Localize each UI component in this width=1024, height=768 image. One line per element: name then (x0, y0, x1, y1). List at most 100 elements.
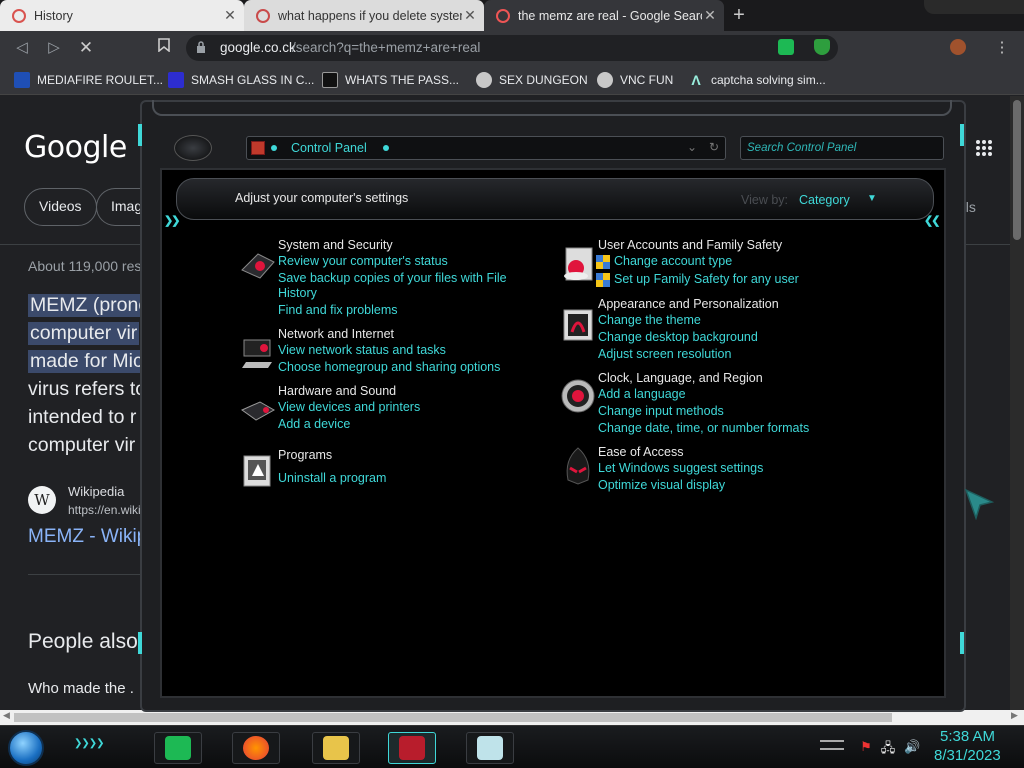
window-controls[interactable] (924, 0, 1024, 14)
link-windows-suggest-settings[interactable]: Let Windows suggest settings (598, 461, 763, 475)
address-bar[interactable]: google.co.ck /search?q=the+memz+are+real (186, 35, 838, 61)
tab-strip: History ✕ what happens if you delete sys… (0, 0, 1024, 31)
network-icon[interactable] (238, 332, 278, 372)
ease-of-access-icon[interactable] (558, 446, 598, 486)
question-item[interactable]: Who made the . (28, 680, 134, 697)
bookmark-whats-the-pass[interactable]: WHATS THE PASS... (322, 71, 459, 89)
appearance-icon[interactable] (558, 304, 598, 344)
close-tab-icon[interactable]: ✕ (702, 7, 718, 24)
taskbar-app-notepad[interactable] (466, 732, 514, 764)
taskbar-app-control-panel[interactable] (388, 732, 436, 764)
link-save-backup-cont[interactable]: History (278, 286, 317, 300)
back-button[interactable] (174, 135, 212, 161)
google-apps-icon[interactable] (975, 139, 993, 157)
hardware-sound-icon[interactable] (238, 388, 278, 428)
link-network-status[interactable]: View network status and tasks (278, 343, 446, 357)
system-security-icon[interactable] (238, 244, 278, 284)
action-center-flag-icon[interactable]: ⚑ (858, 739, 874, 755)
bookmark-captcha[interactable]: Λ captcha solving sim... (688, 71, 825, 89)
link-input-methods[interactable]: Change input methods (598, 404, 724, 418)
programs-icon[interactable] (238, 450, 278, 490)
new-tab-button[interactable]: + (728, 5, 750, 27)
tab-search-delete-system[interactable]: what happens if you delete system ✕ (244, 0, 484, 31)
link-add-language[interactable]: Add a language (598, 387, 686, 401)
breadcrumb-dropdown-icon[interactable] (383, 145, 389, 151)
link-change-theme[interactable]: Change the theme (598, 313, 701, 327)
clock-region-icon[interactable] (558, 376, 598, 416)
taskbar-app-firefox[interactable] (232, 732, 280, 764)
control-panel-address-bar[interactable]: Control Panel ⌄ ↻ (246, 136, 726, 160)
view-by-dropdown[interactable]: Category (799, 193, 850, 207)
profile-avatar[interactable] (950, 39, 966, 55)
network-tray-icon[interactable]: 🖧 (880, 739, 896, 755)
taskbar-app-spotify[interactable] (154, 732, 202, 764)
scroll-left-arrow-icon[interactable]: ◀ (3, 710, 10, 721)
clock-date[interactable]: 8/31/2023 (934, 747, 1001, 764)
link-homegroup-sharing[interactable]: Choose homegroup and sharing options (278, 360, 500, 374)
start-button[interactable] (8, 730, 44, 766)
stop-loading-icon[interactable]: ✕ (76, 38, 96, 58)
bookmark-smash-glass[interactable]: SMASH GLASS IN C... (168, 71, 314, 89)
search-control-panel-input[interactable]: Search Control Panel (740, 136, 944, 160)
scroll-right-arrow-icon[interactable]: ▶ (1011, 710, 1018, 721)
forward-arrow-icon[interactable]: ▷ (44, 38, 64, 58)
dropdown-arrow-icon[interactable]: ▼ (867, 193, 877, 204)
close-tab-icon[interactable]: ✕ (462, 7, 478, 24)
tab-memz-search[interactable]: the memz are real - Google Search ✕ (484, 0, 724, 31)
category-hardware-and-sound[interactable]: Hardware and Sound (278, 384, 396, 398)
category-appearance[interactable]: Appearance and Personalization (598, 297, 779, 311)
bookmarks-bar: MEDIAFIRE ROULET... SMASH GLASS IN C... … (0, 65, 1024, 95)
volume-icon[interactable]: 🔊 (904, 739, 920, 755)
bookmark-mediafire[interactable]: MEDIAFIRE ROULET... (14, 71, 163, 89)
link-devices-printers[interactable]: View devices and printers (278, 400, 420, 414)
close-tab-icon[interactable]: ✕ (222, 7, 238, 24)
control-panel-icon (399, 736, 425, 760)
chevron-down-icon[interactable]: ⌄ (687, 140, 697, 154)
link-find-fix-problems[interactable]: Find and fix problems (278, 303, 398, 317)
bookmark-sex-dungeon[interactable]: SEX DUNGEON (476, 71, 588, 89)
snippet-line: computer vir (28, 322, 140, 345)
link-optimize-visual-display[interactable]: Optimize visual display (598, 478, 725, 492)
smash-glass-icon (168, 72, 184, 88)
breadcrumb-control-panel[interactable]: Control Panel (291, 141, 367, 155)
bookmark-star-icon[interactable] (154, 38, 174, 58)
category-ease-of-access[interactable]: Ease of Access (598, 445, 683, 459)
tab-history[interactable]: History ✕ (0, 0, 244, 31)
category-network-and-internet[interactable]: Network and Internet (278, 327, 394, 341)
scroll-thumb[interactable] (14, 713, 892, 722)
refresh-icon[interactable]: ↻ (709, 140, 719, 154)
firefox-icon (243, 736, 269, 760)
link-family-safety[interactable]: Set up Family Safety for any user (614, 272, 799, 286)
snippet-line: computer vir (28, 434, 136, 456)
google-logo[interactable]: Google (24, 130, 127, 165)
uac-shield-icon (596, 255, 610, 269)
user-accounts-icon[interactable] (558, 244, 598, 284)
result-title-link[interactable]: MEMZ - Wikip (28, 526, 147, 548)
link-change-account-type[interactable]: Change account type (614, 254, 732, 268)
chip-videos[interactable]: Videos (24, 188, 97, 226)
link-date-time-formats[interactable]: Change date, time, or number formats (598, 421, 809, 435)
back-arrow-icon[interactable]: ◁ (12, 38, 32, 58)
category-system-and-security[interactable]: System and Security (278, 238, 393, 252)
category-clock-language-region[interactable]: Clock, Language, and Region (598, 371, 763, 385)
category-programs[interactable]: Programs (278, 448, 332, 462)
extension-shield-icon[interactable] (814, 39, 830, 55)
clock-time[interactable]: 5:38 AM (940, 728, 995, 745)
link-uninstall-program[interactable]: Uninstall a program (278, 471, 386, 485)
wikipedia-icon: W (28, 486, 56, 514)
extension-chat-icon[interactable] (778, 39, 794, 55)
link-review-status[interactable]: Review your computer's status (278, 254, 448, 268)
link-screen-resolution[interactable]: Adjust screen resolution (598, 347, 731, 361)
vertical-scrollbar[interactable] (1010, 96, 1024, 710)
category-user-accounts[interactable]: User Accounts and Family Safety (598, 238, 782, 252)
horizontal-scrollbar[interactable]: ◀ ▶ (0, 710, 1024, 725)
scroll-thumb[interactable] (1013, 100, 1021, 240)
link-add-device[interactable]: Add a device (278, 417, 350, 431)
taskbar: ❯❯❯❯ ⚑ 🖧 🔊 5:38 AM 8/31/2023 (0, 725, 1024, 768)
bookmark-vnc-fun[interactable]: VNC FUN (597, 71, 673, 89)
taskbar-app-explorer[interactable] (312, 732, 360, 764)
show-hidden-icons-icon[interactable] (820, 740, 844, 750)
link-desktop-background[interactable]: Change desktop background (598, 330, 758, 344)
menu-icon[interactable]: ⋮ (992, 38, 1012, 58)
link-save-backup[interactable]: Save backup copies of your files with Fi… (278, 271, 507, 285)
